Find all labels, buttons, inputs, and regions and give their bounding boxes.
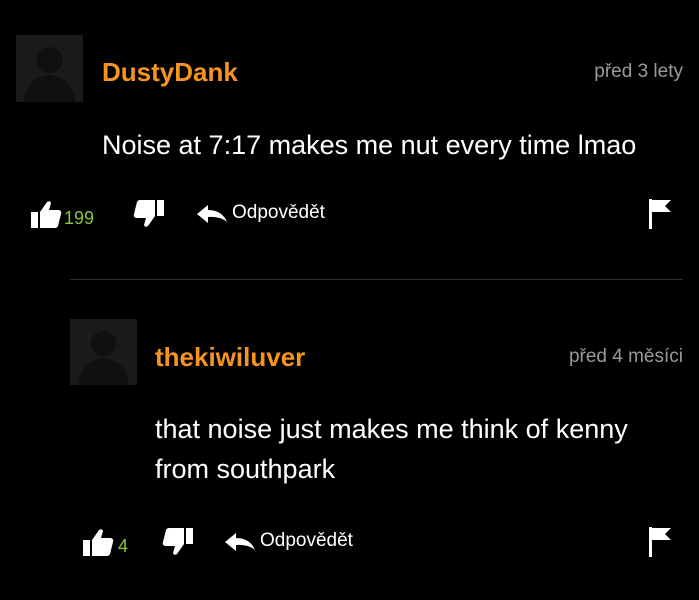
comment: DustyDank před 3 lety Noise at 7:17 make… — [0, 0, 699, 260]
comment-text: that noise just makes me think of kenny … — [155, 414, 628, 484]
flag-icon[interactable] — [648, 526, 672, 558]
flag-icon[interactable] — [648, 198, 672, 230]
reply-comment: thekiwiluver před 4 měsíci that noise ju… — [0, 280, 699, 600]
reply-arrow-icon — [197, 205, 227, 223]
thumbs-down-icon[interactable] — [162, 527, 194, 557]
comment-timestamp: před 3 lety — [594, 61, 683, 82]
comment-text: Noise at 7:17 makes me nut every time lm… — [102, 130, 637, 160]
default-avatar-icon[interactable] — [70, 319, 137, 385]
reply-label: Odpovědět — [260, 530, 353, 551]
comment-actions: 4 Odpovědět — [0, 524, 699, 558]
comment-username[interactable]: DustyDank — [102, 57, 238, 87]
reply-button[interactable]: Odpovědět — [224, 529, 384, 555]
comment-actions: 199 Odpovědět — [0, 196, 699, 230]
reply-arrow-icon — [225, 533, 255, 551]
like-count: 199 — [64, 208, 95, 228]
thumbs-up-icon[interactable] — [82, 527, 114, 557]
thumbs-up-icon[interactable] — [30, 199, 62, 229]
like-count: 4 — [118, 536, 129, 556]
comment-timestamp: před 4 měsíci — [568, 346, 683, 367]
default-avatar-icon[interactable] — [16, 35, 83, 102]
reply-label: Odpovědět — [232, 202, 325, 223]
reply-button[interactable]: Odpovědět — [196, 201, 356, 227]
thumbs-down-icon[interactable] — [133, 199, 165, 229]
comment-username[interactable]: thekiwiluver — [155, 342, 305, 372]
